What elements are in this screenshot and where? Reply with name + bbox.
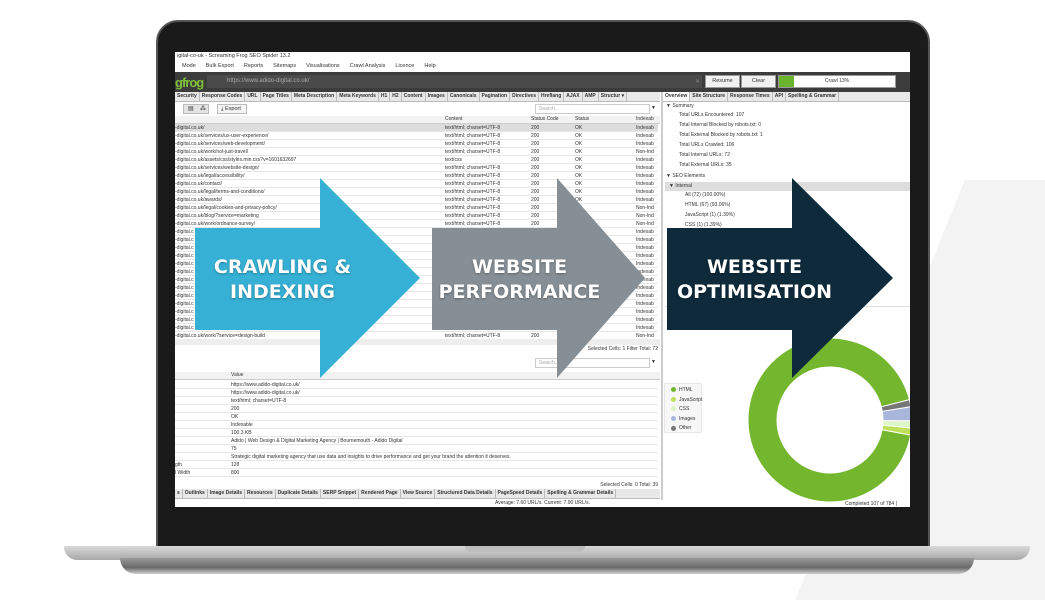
arrow-label-optimisation: WEBSITE OPTIMISATION	[667, 255, 842, 305]
arrow-label-line: PERFORMANCE	[438, 281, 601, 303]
arrow-label-line: INDEXING	[230, 281, 335, 303]
arrow-label-line: CRAWLING &	[213, 256, 352, 278]
arrow-label-line: WEBSITE	[471, 256, 568, 278]
arrow-label-performance: WEBSITE PERFORMANCE	[432, 255, 607, 305]
arrow-label-line: OPTIMISATION	[676, 281, 833, 303]
arrow-label-line: WEBSITE	[706, 256, 803, 278]
arrow-label-crawling: CRAWLING & INDEXING	[195, 255, 370, 305]
